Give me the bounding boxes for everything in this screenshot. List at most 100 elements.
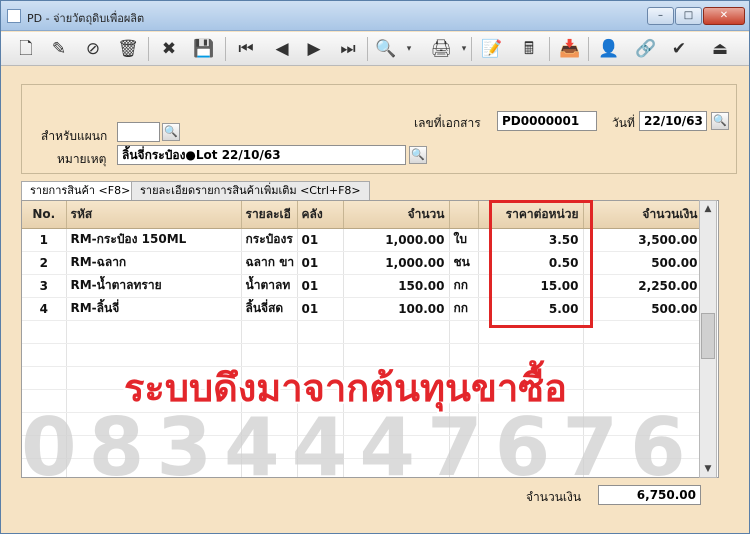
empty-cell[interactable] [583,435,703,459]
edit-icon[interactable]: ✎ [46,36,72,62]
empty-table-row[interactable] [22,435,703,459]
link-icon[interactable]: 🔗 [633,36,659,62]
empty-cell[interactable] [583,343,703,367]
table-row[interactable]: 1 RM-กระป๋อง 150ML กระป๋องร 01 1,000.00 ใบ 3.5… [22,228,703,252]
empty-cell[interactable] [343,320,450,344]
empty-cell[interactable] [22,458,67,477]
scroll-up-icon[interactable]: ▲ [700,201,716,217]
approve-user-icon[interactable]: 👤 [596,36,622,62]
col-amount-cell[interactable]: 3,500.00 [583,228,703,252]
empty-cell[interactable] [449,343,479,367]
dept-lookup-icon[interactable]: 🔍 [162,123,180,141]
col-quantity-cell[interactable]: 150.00 [343,274,450,298]
empty-cell[interactable] [449,412,479,436]
scroll-thumb[interactable] [701,313,715,359]
approve-doc-icon[interactable]: ✔ [666,36,692,62]
empty-cell[interactable] [583,366,703,390]
col-description-cell[interactable]: กระป๋องร [241,228,298,252]
print-icon[interactable]: 🖨 [428,36,454,62]
empty-cell[interactable] [297,435,344,459]
empty-cell[interactable] [22,389,67,413]
remark-field[interactable]: ลิ้นจี่กระป๋อง●Lot 22/10/63 [117,145,406,165]
empty-cell[interactable] [241,435,298,459]
col-description-cell[interactable]: ฉลาก ขา [241,251,298,275]
tab-items[interactable]: รายการสินค้า <F8> [21,181,140,201]
empty-cell[interactable] [449,435,479,459]
col-quantity-header[interactable]: จำนวน [343,201,450,229]
empty-cell[interactable] [66,412,242,436]
empty-cell[interactable] [343,366,450,390]
col-quantity-cell[interactable]: 1,000.00 [343,228,450,252]
col-unit-cell[interactable]: ใบ [449,228,479,252]
col-amount-cell[interactable]: 500.00 [583,251,703,275]
empty-cell[interactable] [478,343,584,367]
empty-cell[interactable] [66,343,242,367]
empty-cell[interactable] [66,435,242,459]
cancel-icon[interactable]: ✖ [156,36,182,62]
maximize-button[interactable]: □ [675,7,702,25]
date-field[interactable]: 22/10/63 [639,111,707,131]
empty-cell[interactable] [297,320,344,344]
trash-icon[interactable]: 🗑 [115,36,141,62]
col-unit-cell[interactable]: ชน [449,251,479,275]
note-icon[interactable]: 📝 [479,36,505,62]
col-unit-cell[interactable]: กก [449,274,479,298]
empty-table-row[interactable] [22,389,703,413]
print-dropdown-icon[interactable]: ▾ [459,36,469,62]
col-warehouse-cell[interactable]: 01 [297,297,344,321]
col-unit-cell[interactable]: กก [449,297,479,321]
col-unit-price-cell[interactable]: 3.50 [478,228,584,252]
empty-cell[interactable] [241,366,298,390]
col-no-cell[interactable]: 2 [22,251,67,275]
col-warehouse-header[interactable]: คลัง [297,201,344,229]
last-record-icon[interactable]: ⏭ [335,36,361,62]
empty-cell[interactable] [241,343,298,367]
empty-table-row[interactable] [22,412,703,436]
empty-cell[interactable] [449,458,479,477]
empty-cell[interactable] [241,389,298,413]
exit-icon[interactable]: ⏏ [707,36,733,62]
empty-cell[interactable] [297,412,344,436]
empty-cell[interactable] [66,320,242,344]
empty-cell[interactable] [478,366,584,390]
empty-cell[interactable] [297,389,344,413]
col-warehouse-cell[interactable]: 01 [297,251,344,275]
col-no-cell[interactable]: 4 [22,297,67,321]
col-warehouse-cell[interactable]: 01 [297,228,344,252]
prev-record-icon[interactable]: ◀ [269,36,295,62]
col-unit-header[interactable] [449,201,479,229]
empty-table-row[interactable] [22,366,703,390]
empty-cell[interactable] [583,389,703,413]
empty-cell[interactable] [478,458,584,477]
empty-cell[interactable] [478,435,584,459]
empty-cell[interactable] [583,320,703,344]
save-icon[interactable]: 💾 [191,36,217,62]
empty-cell[interactable] [22,435,67,459]
col-no-cell[interactable]: 1 [22,228,67,252]
empty-cell[interactable] [449,366,479,390]
empty-cell[interactable] [343,343,450,367]
col-no-header[interactable]: No. [22,201,67,229]
col-warehouse-cell[interactable]: 01 [297,274,344,298]
empty-cell[interactable] [343,412,450,436]
col-no-cell[interactable]: 3 [22,274,67,298]
table-row[interactable]: 2 RM-ฉลาก ฉลาก ขา 01 1,000.00 ชน 0.50 500.00 [22,251,703,275]
empty-table-row[interactable] [22,343,703,367]
tab-item-details[interactable]: รายละเอียดรายการสินค้าเพิ่มเติม <Ctrl+F8… [131,181,370,200]
empty-cell[interactable] [241,320,298,344]
new-doc-icon[interactable]: 🗋 [13,36,39,62]
col-amount-cell[interactable]: 500.00 [583,297,703,321]
empty-cell[interactable] [22,366,67,390]
doc-no-field[interactable]: PD0000001 [497,111,597,131]
col-description-cell[interactable]: น้ำตาลท [241,274,298,298]
search-dropdown-icon[interactable]: ▾ [404,36,414,62]
empty-cell[interactable] [297,343,344,367]
col-description-header[interactable]: รายละเอี [241,201,298,229]
empty-cell[interactable] [478,320,584,344]
col-code-cell[interactable]: RM-ฉลาก [66,251,242,275]
empty-cell[interactable] [343,458,450,477]
empty-cell[interactable] [66,366,242,390]
empty-cell[interactable] [22,412,67,436]
empty-cell[interactable] [343,389,450,413]
empty-cell[interactable] [22,320,67,344]
